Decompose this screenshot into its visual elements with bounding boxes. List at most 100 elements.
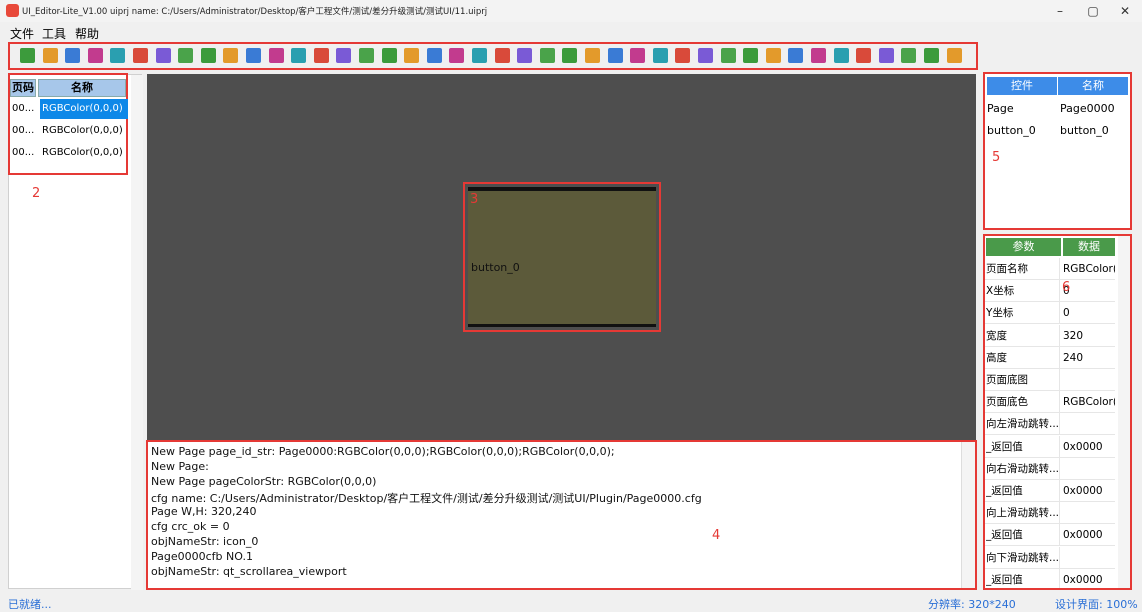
distribute-h-icon[interactable] — [607, 48, 623, 63]
gear-icon[interactable] — [313, 48, 329, 63]
unlock-icon[interactable] — [946, 48, 962, 63]
table-row[interactable]: X坐标 0 — [985, 280, 1115, 303]
prop-key: 向左滑动跳转... — [986, 413, 1060, 436]
table-row[interactable]: 宽度 320 — [985, 324, 1115, 347]
frame-icon[interactable] — [291, 48, 307, 63]
redo-icon[interactable] — [901, 48, 917, 63]
pages-header-name[interactable]: 名称 — [38, 79, 126, 97]
log-line: objNameStr: icon_0 — [151, 535, 259, 548]
layout-icon[interactable] — [178, 48, 194, 63]
close-button[interactable]: ✕ — [1110, 2, 1140, 20]
align-bottom-icon[interactable] — [585, 48, 600, 63]
doc-icon[interactable] — [200, 48, 216, 63]
edit-icon[interactable] — [426, 48, 442, 63]
window-icon[interactable] — [155, 48, 171, 63]
fit-icon[interactable] — [652, 48, 668, 63]
import-icon[interactable] — [811, 48, 826, 63]
prop-key: 页面底色 — [986, 391, 1060, 414]
minimize-button[interactable]: – — [1045, 2, 1075, 20]
prop-value[interactable]: 320 — [1063, 325, 1115, 347]
network-icon[interactable] — [359, 48, 374, 63]
table-row[interactable]: _返回值 0x0000 — [985, 524, 1115, 547]
table-row[interactable]: 页面底图 — [985, 369, 1115, 391]
fit-window-icon[interactable] — [765, 48, 781, 63]
delete-icon[interactable] — [856, 48, 872, 63]
grid-icon[interactable] — [65, 48, 81, 63]
align-right-icon[interactable] — [539, 48, 555, 63]
list-icon[interactable] — [133, 48, 148, 63]
align-left-icon[interactable] — [517, 48, 533, 63]
prop-value[interactable]: 0x0000 — [1063, 480, 1115, 502]
menu-file[interactable]: 文件 — [10, 25, 34, 42]
restore-button[interactable]: ▢ — [1078, 2, 1108, 20]
note-icon[interactable] — [42, 48, 58, 63]
pointer-icon[interactable] — [472, 48, 487, 63]
prop-value[interactable]: RGBColor(... — [1063, 391, 1115, 413]
prop-value[interactable]: 0x0000 — [1063, 524, 1115, 546]
menu-tools[interactable]: 工具 — [42, 25, 66, 42]
lock-icon[interactable] — [924, 48, 939, 63]
window-title: UI_Editor-Lite_V1.00 uiprj name: C:/User… — [22, 7, 488, 17]
number-icon[interactable] — [246, 48, 261, 63]
log-line: New Page page_id_str: Page0000:RGBColor(… — [151, 445, 615, 458]
undo-icon[interactable] — [878, 48, 894, 63]
table-row[interactable]: 高度 240 — [985, 346, 1115, 369]
design-canvas[interactable]: button_0 — [147, 74, 976, 440]
table-row[interactable]: 向上滑动跳转... — [985, 502, 1115, 525]
separator-icon[interactable] — [675, 48, 691, 63]
prop-value[interactable]: 0 — [1063, 302, 1115, 324]
table-row[interactable]: 00... RGBColor(0,0,0) — [10, 143, 128, 163]
table-row[interactable]: button_0 button_0 — [985, 120, 1130, 142]
align-top-icon[interactable] — [562, 48, 578, 63]
table-row[interactable]: _返回值 0x0000 — [985, 435, 1115, 458]
table-row[interactable]: Page Page0000 — [985, 98, 1130, 120]
button-0-widget[interactable]: button_0 — [471, 261, 520, 274]
log-output[interactable]: New Page page_id_str: Page0000:RGBColor(… — [146, 440, 977, 590]
layers-icon[interactable] — [833, 48, 849, 63]
image-icon[interactable] — [268, 48, 284, 63]
table-row[interactable]: 00... RGBColor(0,0,0) — [10, 99, 128, 119]
table-row[interactable]: Y坐标 0 — [985, 302, 1115, 325]
log-scrollbar[interactable] — [961, 442, 975, 588]
anchor-icon[interactable] — [494, 48, 510, 63]
bars-icon[interactable] — [404, 48, 420, 63]
table-row[interactable]: 向右滑动跳转... — [985, 457, 1115, 480]
props-scrollbar[interactable] — [1118, 236, 1130, 588]
zoom-in-icon[interactable] — [720, 48, 736, 63]
page-preview-frame: button_0 — [463, 182, 661, 332]
prop-value[interactable]: 240 — [1063, 347, 1115, 369]
props-header-value[interactable]: 数据 — [1063, 238, 1115, 256]
page-id: 00... — [12, 103, 35, 114]
doc-alt-icon[interactable] — [223, 48, 239, 63]
menu-help[interactable]: 帮助 — [75, 25, 99, 42]
distribute-v-icon[interactable] — [630, 48, 646, 63]
table-row[interactable]: 页面底色RGBColor(... — [985, 391, 1115, 414]
prop-value[interactable]: RGBColor(... — [1063, 258, 1115, 280]
prop-key: X坐标 — [986, 280, 1060, 303]
table-row[interactable]: 向下滑动跳转... — [985, 546, 1115, 569]
prop-value[interactable]: 0 — [1063, 280, 1115, 302]
table-row[interactable]: 00... RGBColor(0,0,0) — [10, 121, 128, 141]
wave-icon[interactable] — [381, 48, 397, 63]
search-icon[interactable] — [20, 48, 35, 63]
prop-key: 向右滑动跳转... — [986, 457, 1060, 480]
pages-header-id[interactable]: 页码 — [10, 79, 36, 97]
zoom-out-icon[interactable] — [743, 48, 759, 63]
pages-scrollbar[interactable] — [131, 75, 143, 590]
globe-icon[interactable] — [449, 48, 465, 63]
controls-header-control[interactable]: 控件 — [987, 77, 1057, 95]
prop-value[interactable]: 0x0000 — [1063, 436, 1115, 458]
export-icon[interactable] — [788, 48, 804, 63]
table-row[interactable]: _返回值 0x0000 — [985, 568, 1115, 588]
page-preview[interactable]: button_0 — [468, 187, 656, 327]
equal-icon[interactable] — [698, 48, 713, 63]
color-icon[interactable] — [110, 48, 126, 63]
table-row[interactable]: _返回值 0x0000 — [985, 480, 1115, 502]
table-row[interactable]: 页面名称RGBColor(... — [985, 258, 1115, 280]
table-row[interactable]: 向左滑动跳转... — [985, 413, 1115, 436]
props-header-param[interactable]: 参数 — [986, 238, 1061, 256]
palette-icon[interactable] — [87, 48, 103, 63]
controls-header-name[interactable]: 名称 — [1058, 77, 1128, 95]
prop-value[interactable]: 0x0000 — [1063, 569, 1115, 588]
gif-icon[interactable] — [336, 48, 352, 63]
